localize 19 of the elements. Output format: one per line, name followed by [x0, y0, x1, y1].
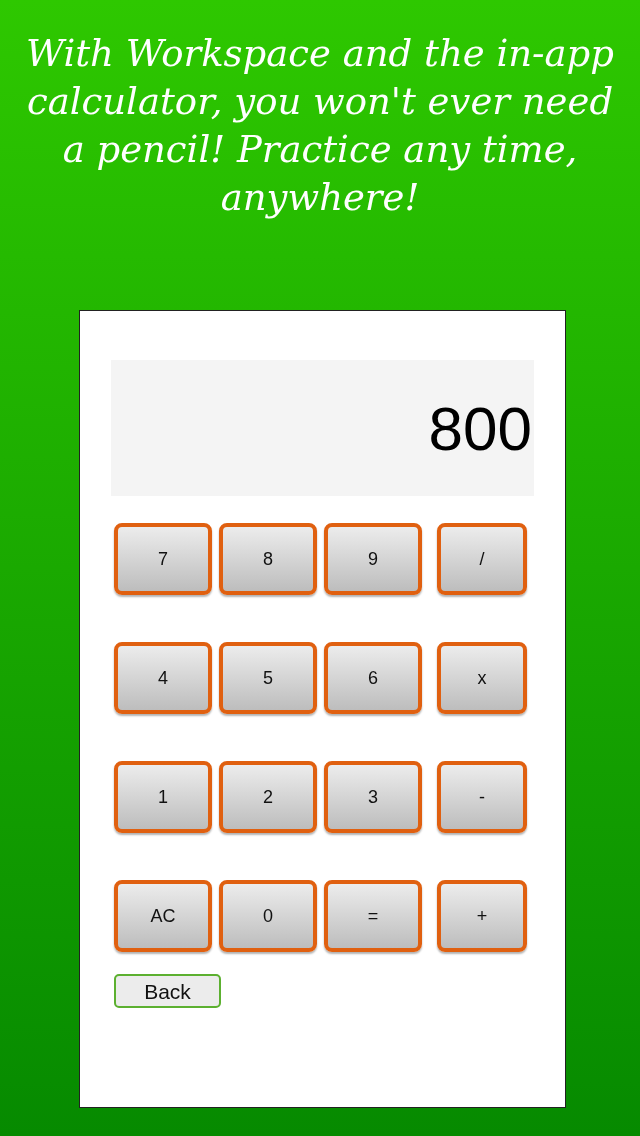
calculator-key[interactable]: /: [437, 523, 527, 595]
calculator-key[interactable]: =: [324, 880, 422, 952]
calculator-key[interactable]: 8: [219, 523, 317, 595]
calculator-key[interactable]: 3: [324, 761, 422, 833]
calculator-key[interactable]: 1: [114, 761, 212, 833]
display-value: 800: [428, 392, 532, 465]
caption-text: With Workspace and the in-app calculator, you won't ever need a pencil! Practice any time, anywhere!: [25, 31, 615, 221]
calculator-key[interactable]: +: [437, 880, 527, 952]
back-button[interactable]: Back: [114, 974, 221, 1008]
calculator-key[interactable]: 4: [114, 642, 212, 714]
calculator-key[interactable]: 2: [219, 761, 317, 833]
calculator-key[interactable]: 6: [324, 642, 422, 714]
calculator-key[interactable]: AC: [114, 880, 212, 952]
calculator-key[interactable]: x: [437, 642, 527, 714]
calculator-key[interactable]: 9: [324, 523, 422, 595]
calculator-key[interactable]: 0: [219, 880, 317, 952]
calculator-key[interactable]: -: [437, 761, 527, 833]
calculator-key[interactable]: 7: [114, 523, 212, 595]
calculator-key[interactable]: 5: [219, 642, 317, 714]
